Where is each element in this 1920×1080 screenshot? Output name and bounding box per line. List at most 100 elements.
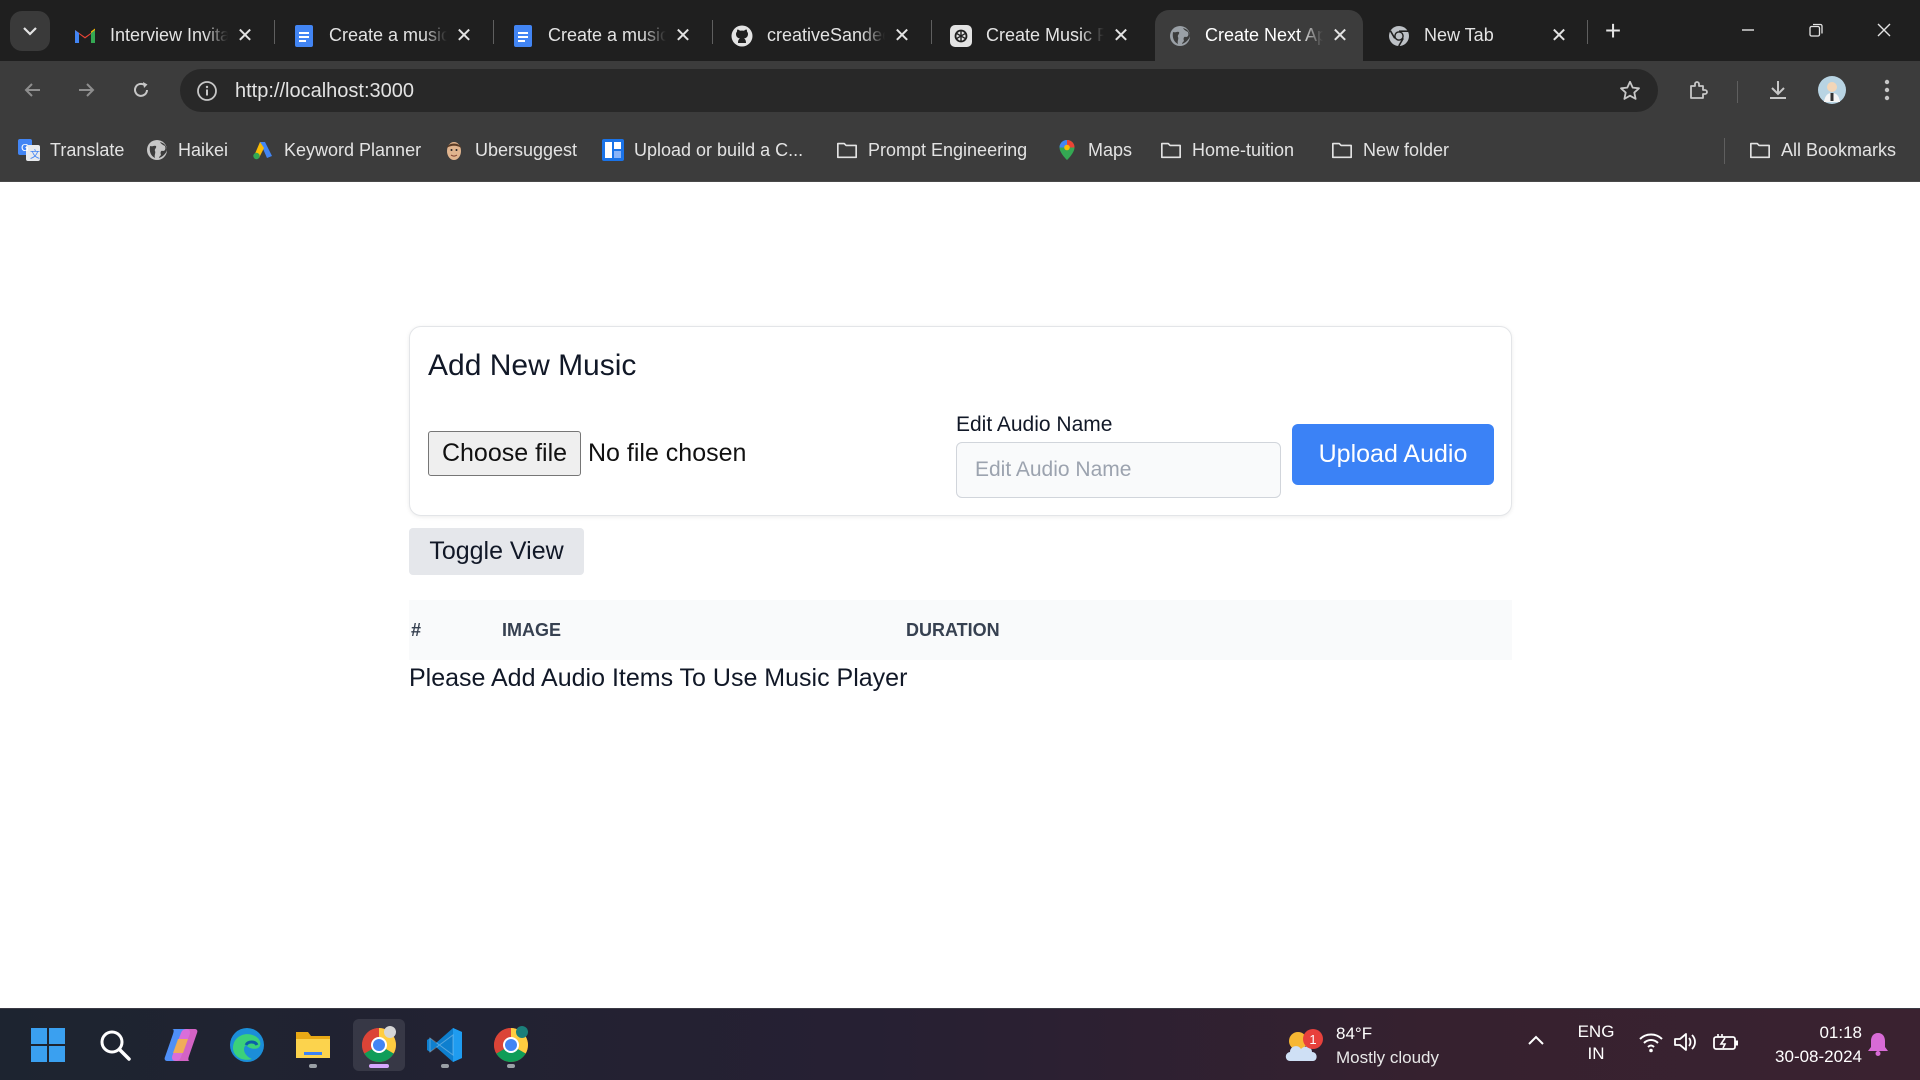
browser-toolbar: http://localhost:3000	[0, 61, 1920, 120]
audio-name-input[interactable]	[956, 442, 1281, 498]
address-bar[interactable]: http://localhost:3000	[180, 69, 1658, 112]
show-hidden-icons-button[interactable]	[1526, 1031, 1546, 1056]
bookmark-ubersuggest[interactable]: Ubersuggest	[443, 136, 577, 164]
taskbar-file-explorer[interactable]	[287, 1019, 339, 1071]
empty-state-message: Please Add Audio Items To Use Music Play…	[409, 664, 908, 692]
file-status-text: No file chosen	[588, 439, 747, 467]
back-button[interactable]	[14, 71, 52, 109]
browser-tab[interactable]: Create a music ✕	[498, 10, 706, 61]
bookmark-label: New folder	[1363, 139, 1450, 160]
google-docs-icon	[293, 24, 315, 47]
system-clock[interactable]: 01:18 30-08-2024	[1752, 1021, 1862, 1069]
all-bookmarks-button[interactable]: All Bookmarks	[1749, 136, 1896, 164]
tab-title: New Tab	[1424, 25, 1494, 45]
browser-tab-active[interactable]: Create Next App ✕	[1155, 10, 1363, 61]
puzzle-icon	[1690, 81, 1708, 99]
volume-icon[interactable]	[1673, 1031, 1699, 1058]
start-button[interactable]	[22, 1019, 74, 1071]
upload-audio-button[interactable]: Upload Audio	[1292, 424, 1494, 485]
profile-avatar[interactable]	[1813, 71, 1851, 109]
close-icon[interactable]: ✕	[891, 25, 913, 47]
more-vertical-icon	[1884, 79, 1890, 101]
taskbar-chrome-profile[interactable]	[485, 1019, 537, 1071]
bookmark-keyword-planner[interactable]: Keyword Planner	[252, 136, 421, 164]
downloads-button[interactable]	[1759, 71, 1797, 109]
close-icon[interactable]: ✕	[234, 25, 256, 47]
bookmark-folder-prompt-engineering[interactable]: Prompt Engineering	[836, 136, 1027, 164]
weather-widget[interactable]: 1 84°F Mostly cloudy	[1282, 1021, 1439, 1071]
taskbar-vscode[interactable]	[419, 1019, 471, 1071]
browser-tab-strip: Interview Invitation ✕ Create a music ✕ …	[0, 0, 1920, 61]
close-icon	[1877, 23, 1891, 37]
close-icon[interactable]: ✕	[1329, 25, 1351, 47]
forward-button[interactable]	[67, 71, 105, 109]
globe-icon	[146, 139, 168, 161]
close-icon[interactable]: ✕	[1110, 25, 1132, 47]
bookmark-upload[interactable]: Upload or build a C...	[602, 136, 803, 164]
address-url[interactable]: http://localhost:3000	[235, 80, 414, 103]
minimize-icon	[1742, 29, 1754, 31]
chevron-down-icon	[23, 27, 37, 36]
reload-icon	[134, 82, 148, 97]
all-bookmarks-label: All Bookmarks	[1781, 139, 1897, 160]
bookmark-haikei[interactable]: Haikei	[146, 136, 228, 164]
browser-tab[interactable]: Create a music ✕	[279, 10, 487, 61]
window-close-button[interactable]	[1862, 12, 1906, 48]
bookmark-label: Translate	[50, 139, 125, 160]
close-icon[interactable]: ✕	[1548, 25, 1570, 47]
toggle-view-button[interactable]: Toggle View	[409, 528, 584, 575]
reload-button[interactable]	[122, 71, 160, 109]
running-indicator	[369, 1064, 389, 1068]
taskbar-edge[interactable]	[221, 1019, 273, 1071]
bookmark-label: Upload or build a C...	[634, 139, 804, 160]
weather-badge: 1	[1303, 1029, 1323, 1049]
close-icon[interactable]: ✕	[453, 25, 475, 47]
ubersuggest-icon	[443, 139, 465, 161]
bookmark-label: Prompt Engineering	[868, 139, 1028, 160]
restore-button[interactable]	[1794, 12, 1838, 48]
taskbar-copilot[interactable]	[155, 1019, 207, 1071]
browser-menu-button[interactable]	[1868, 71, 1906, 109]
site-info-icon[interactable]	[194, 78, 220, 104]
bookmark-label: Home-tuition	[1192, 139, 1295, 160]
tab-title: Create a music	[329, 25, 447, 45]
google-docs-icon	[512, 24, 534, 47]
notifications-button[interactable]	[1866, 1031, 1890, 1062]
choose-file-button[interactable]: Choose file	[428, 431, 581, 476]
browser-tab[interactable]: New Tab ✕	[1374, 10, 1582, 61]
browser-tab[interactable]: Create Music Player ✕	[936, 10, 1144, 61]
taskbar-chrome[interactable]	[353, 1019, 405, 1071]
bookmark-maps[interactable]: Maps	[1056, 136, 1132, 164]
github-icon	[731, 25, 753, 47]
card-title: Add New Music	[428, 349, 637, 382]
battery-icon[interactable]	[1712, 1031, 1740, 1058]
bookmark-star-icon[interactable]	[1616, 77, 1644, 105]
tab-search-button[interactable]	[10, 11, 50, 51]
plus-icon: +	[1604, 15, 1622, 46]
folder-icon	[836, 139, 858, 161]
download-icon	[1770, 81, 1786, 99]
tab-title: Create a music	[548, 25, 666, 45]
wifi-icon[interactable]	[1638, 1031, 1664, 1058]
file-explorer-icon	[296, 1032, 330, 1058]
copilot-icon	[164, 1029, 198, 1061]
browser-tab[interactable]: creativeSandeep ✕	[717, 10, 925, 61]
browser-tab[interactable]: Interview Invitation ✕	[60, 10, 268, 61]
language-code: ENG	[1577, 1022, 1615, 1041]
new-tab-button[interactable]: +	[1598, 15, 1628, 46]
page-content: Add New Music Choose file No file chosen…	[0, 182, 1920, 1008]
running-indicator	[309, 1064, 317, 1068]
folder-icon	[1160, 139, 1182, 161]
bookmark-folder-new-folder[interactable]: New folder	[1331, 136, 1449, 164]
taskbar-search-button[interactable]	[89, 1019, 141, 1071]
chrome-icon	[362, 1026, 396, 1062]
vscode-icon	[427, 1028, 462, 1062]
close-icon[interactable]: ✕	[672, 25, 694, 47]
avatar-icon	[1818, 76, 1846, 104]
extensions-button[interactable]	[1680, 71, 1718, 109]
bookmark-folder-home-tuition[interactable]: Home-tuition	[1160, 136, 1294, 164]
language-indicator[interactable]: ENG IN	[1575, 1021, 1617, 1065]
bookmark-translate[interactable]: G文 Translate	[18, 136, 124, 164]
minimize-button[interactable]	[1726, 12, 1770, 48]
arrow-left-icon	[24, 83, 40, 97]
